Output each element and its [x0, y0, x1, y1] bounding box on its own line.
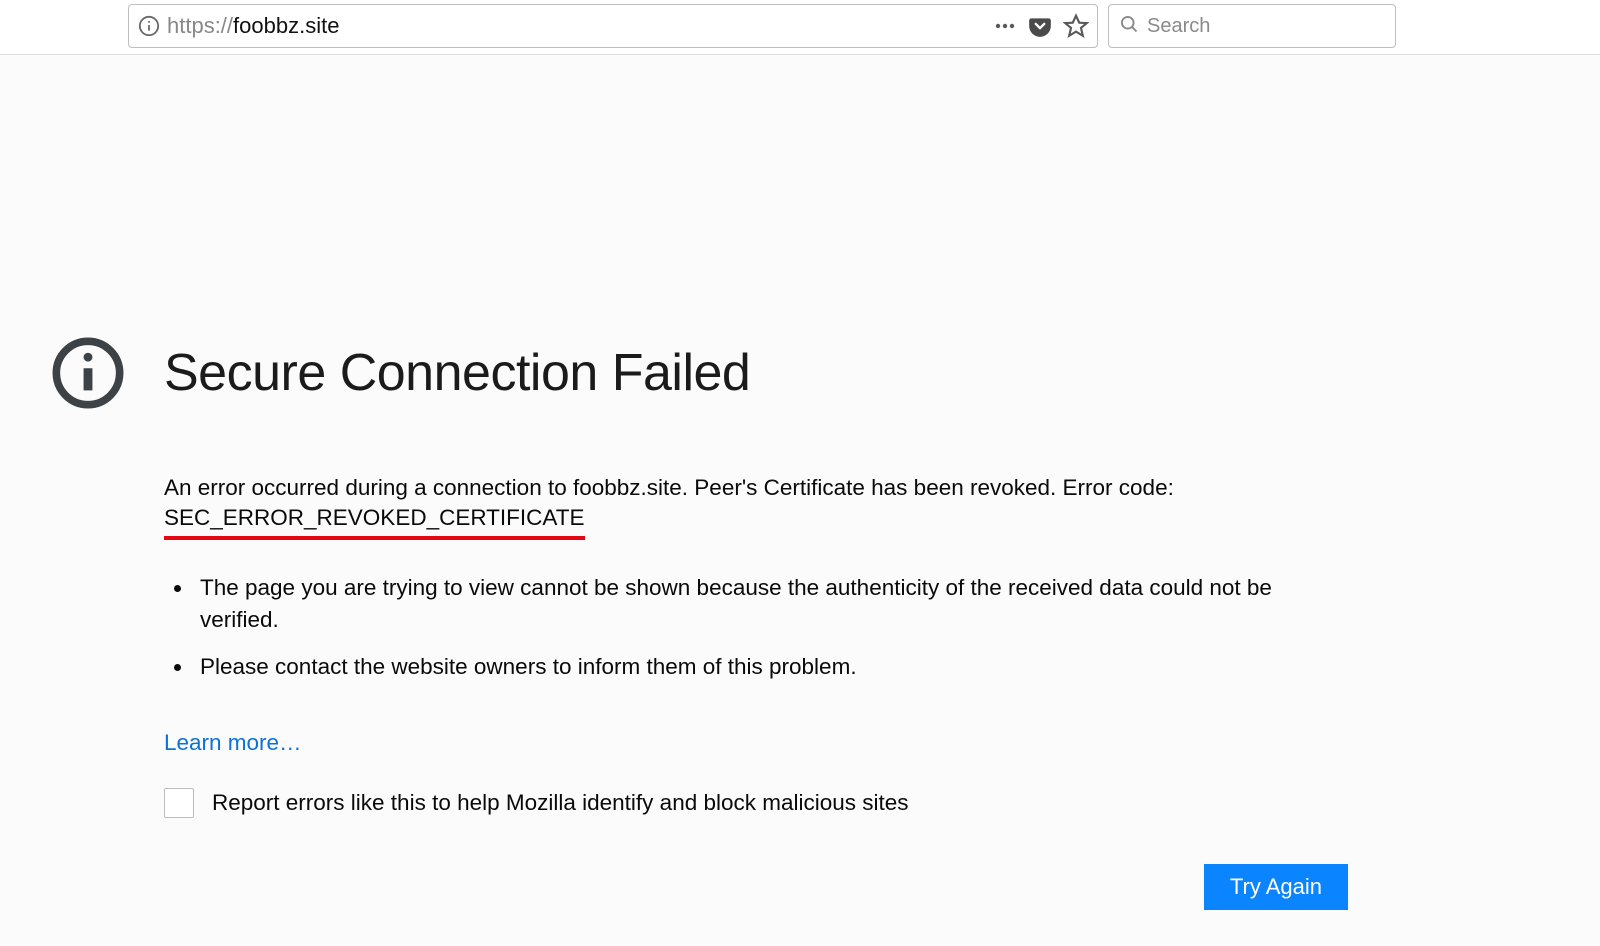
search-input[interactable] [1147, 15, 1385, 38]
error-page: Secure Connection Failed An error occurr… [0, 55, 1600, 910]
url-scheme: https:// [167, 13, 233, 38]
error-message: An error occurred during a connection to… [164, 473, 1354, 540]
bookmark-star-icon[interactable] [1063, 13, 1089, 39]
page-actions-icon[interactable] [993, 14, 1017, 38]
report-label: Report errors like this to help Mozilla … [212, 790, 909, 816]
url-bar[interactable]: https://foobbz.site [128, 4, 1098, 48]
error-title: Secure Connection Failed [164, 343, 750, 403]
search-icon [1119, 14, 1139, 39]
pocket-icon[interactable] [1027, 13, 1053, 39]
report-checkbox[interactable] [164, 788, 194, 818]
url-actions [993, 13, 1089, 39]
url-text[interactable]: https://foobbz.site [167, 13, 993, 39]
report-row: Report errors like this to help Mozilla … [164, 788, 1354, 818]
error-code: SEC_ERROR_REVOKED_CERTIFICATE [164, 503, 585, 539]
error-bullets: The page you are trying to view cannot b… [194, 572, 1354, 684]
list-item: Please contact the website owners to inf… [194, 651, 1354, 684]
search-bar[interactable] [1108, 4, 1396, 48]
try-again-button[interactable]: Try Again [1204, 864, 1348, 910]
browser-toolbar: https://foobbz.site [0, 0, 1600, 55]
site-info-icon[interactable] [137, 14, 161, 38]
error-message-text: An error occurred during a connection to… [164, 475, 1174, 500]
info-icon [50, 335, 126, 411]
list-item: The page you are trying to view cannot b… [194, 572, 1354, 637]
learn-more-link[interactable]: Learn more… [164, 730, 302, 756]
url-domain: foobbz.site [233, 13, 339, 38]
